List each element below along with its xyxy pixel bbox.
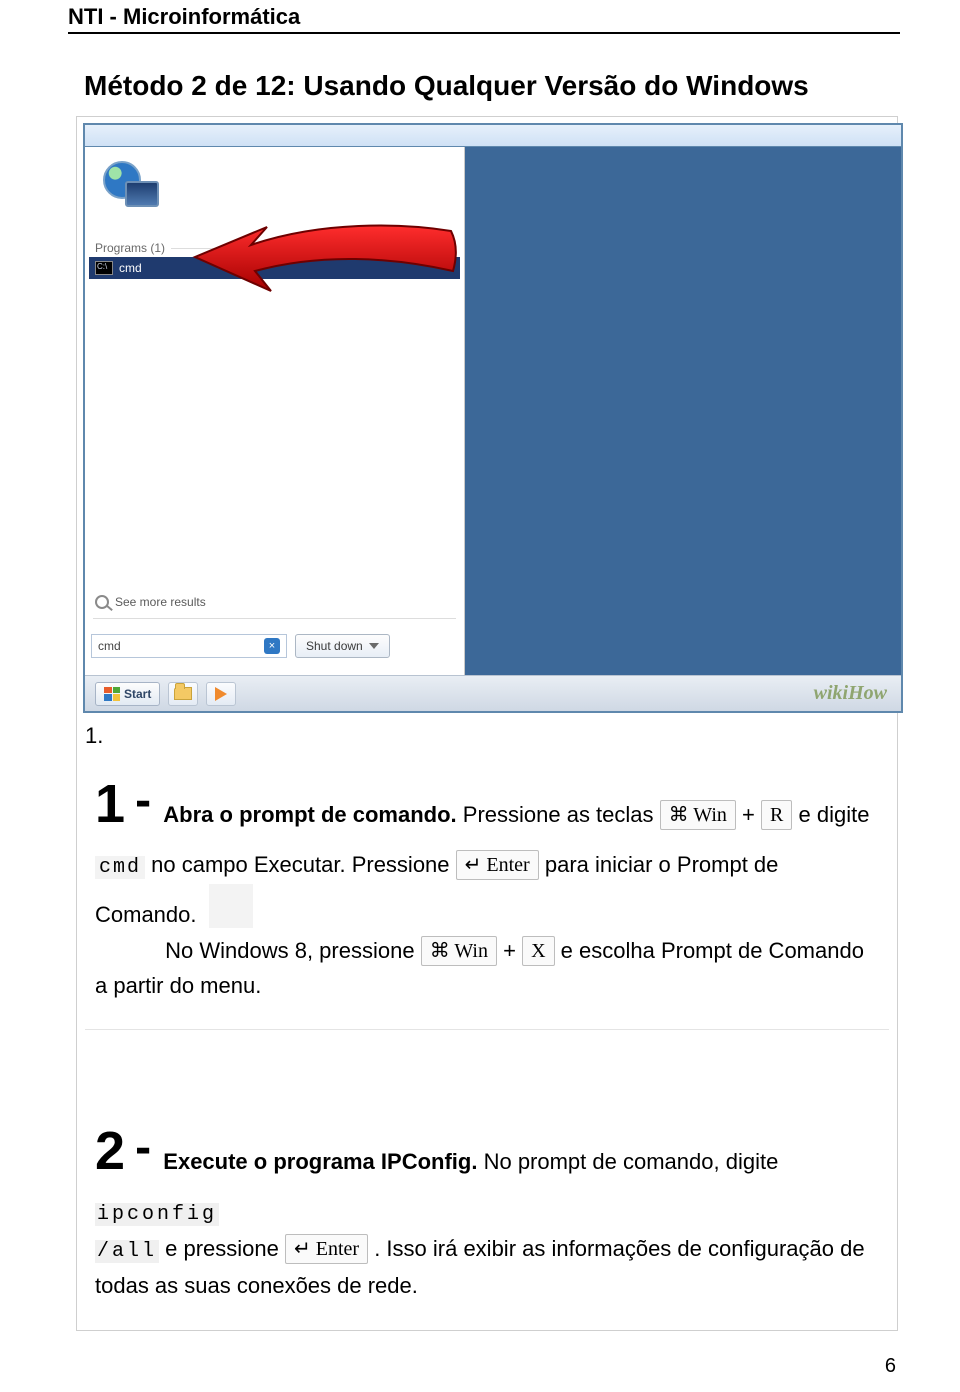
page-number: 6	[885, 1355, 896, 1378]
step-1-dash: -	[135, 774, 151, 827]
network-globe-icon	[103, 161, 159, 207]
windows-logo-icon	[104, 687, 120, 701]
play-icon	[215, 687, 227, 701]
doc-header: NTI - Microinformática	[0, 0, 960, 32]
step-1-lead: Abra o prompt de comando.	[163, 802, 456, 827]
start-menu-divider	[93, 618, 456, 619]
content-box: Programs (1) cmd See more results cmd	[76, 116, 898, 1331]
search-icon	[95, 595, 109, 609]
step-1: 1 - Abra o prompt de comando. Pressione …	[77, 749, 897, 1029]
task-explorer[interactable]	[168, 682, 198, 706]
step-2-dash: -	[135, 1121, 151, 1174]
see-more-results-link[interactable]: See more results	[95, 595, 206, 609]
step-1-text-1: Pressione as teclas	[463, 802, 660, 827]
step-1-line2-pre: No Windows 8, pressione	[165, 938, 421, 963]
code-ipconfig: ipconfig	[95, 1203, 219, 1226]
cmd-item-label: cmd	[119, 261, 142, 275]
code-all: /all	[95, 1240, 159, 1263]
step-2-index: 2	[95, 1108, 125, 1194]
shutdown-label: Shut down	[306, 639, 363, 653]
placeholder-image	[209, 884, 253, 928]
ordered-list-marker: 1.	[77, 719, 897, 749]
start-button[interactable]: Start	[95, 682, 160, 706]
method-title: Método 2 de 12: Usando Qualquer Versão d…	[0, 34, 960, 116]
taskbar: Start wikiHow	[85, 675, 901, 711]
programs-divider	[171, 248, 454, 249]
screenshot-wrap: Programs (1) cmd See more results cmd	[77, 117, 897, 719]
shutdown-button[interactable]: Shut down	[295, 634, 390, 658]
step-1-text-3: no campo Executar. Pressione	[151, 852, 456, 877]
code-cmd: cmd	[95, 856, 145, 879]
start-search-row: cmd × Shut down	[91, 631, 458, 661]
clear-search-icon[interactable]: ×	[264, 638, 280, 654]
start-button-label: Start	[124, 687, 151, 701]
step-2-lead: Execute o programa IPConfig.	[163, 1149, 477, 1174]
folder-icon	[174, 687, 192, 700]
kbd-x: X	[522, 936, 554, 966]
step-divider	[85, 1029, 889, 1030]
kbd-plus-2: +	[503, 938, 516, 963]
wikihow-watermark: wikiHow	[814, 682, 887, 705]
step-1-index: 1	[95, 761, 125, 847]
windows-screenshot: Programs (1) cmd See more results cmd	[83, 123, 903, 713]
kbd-r: R	[761, 800, 792, 830]
start-menu-panel: Programs (1) cmd See more results cmd	[85, 147, 465, 675]
kbd-enter-1: ↵ Enter	[456, 850, 539, 880]
step-2-text-2: e pressione	[165, 1236, 285, 1261]
start-menu-item-cmd[interactable]: cmd	[89, 257, 460, 279]
kbd-win: ⌘ Win	[660, 800, 736, 830]
programs-heading: Programs (1)	[95, 241, 165, 255]
kbd-enter-2: ↵ Enter	[285, 1234, 368, 1264]
window-titlebar	[85, 125, 901, 147]
task-media-player[interactable]	[206, 682, 236, 706]
step-1-text-2: e digite	[799, 802, 870, 827]
kbd-win-2: ⌘ Win	[421, 936, 497, 966]
step-2: 2 - Execute o programa IPConfig. No prom…	[77, 1096, 897, 1330]
see-more-label: See more results	[115, 595, 206, 609]
step-2-text-1: No prompt de comando, digite	[484, 1149, 779, 1174]
chevron-down-icon	[369, 643, 379, 649]
search-input-value: cmd	[98, 639, 121, 653]
terminal-icon	[95, 261, 113, 275]
kbd-plus-1: +	[742, 802, 755, 827]
start-search-input[interactable]: cmd ×	[91, 634, 287, 658]
